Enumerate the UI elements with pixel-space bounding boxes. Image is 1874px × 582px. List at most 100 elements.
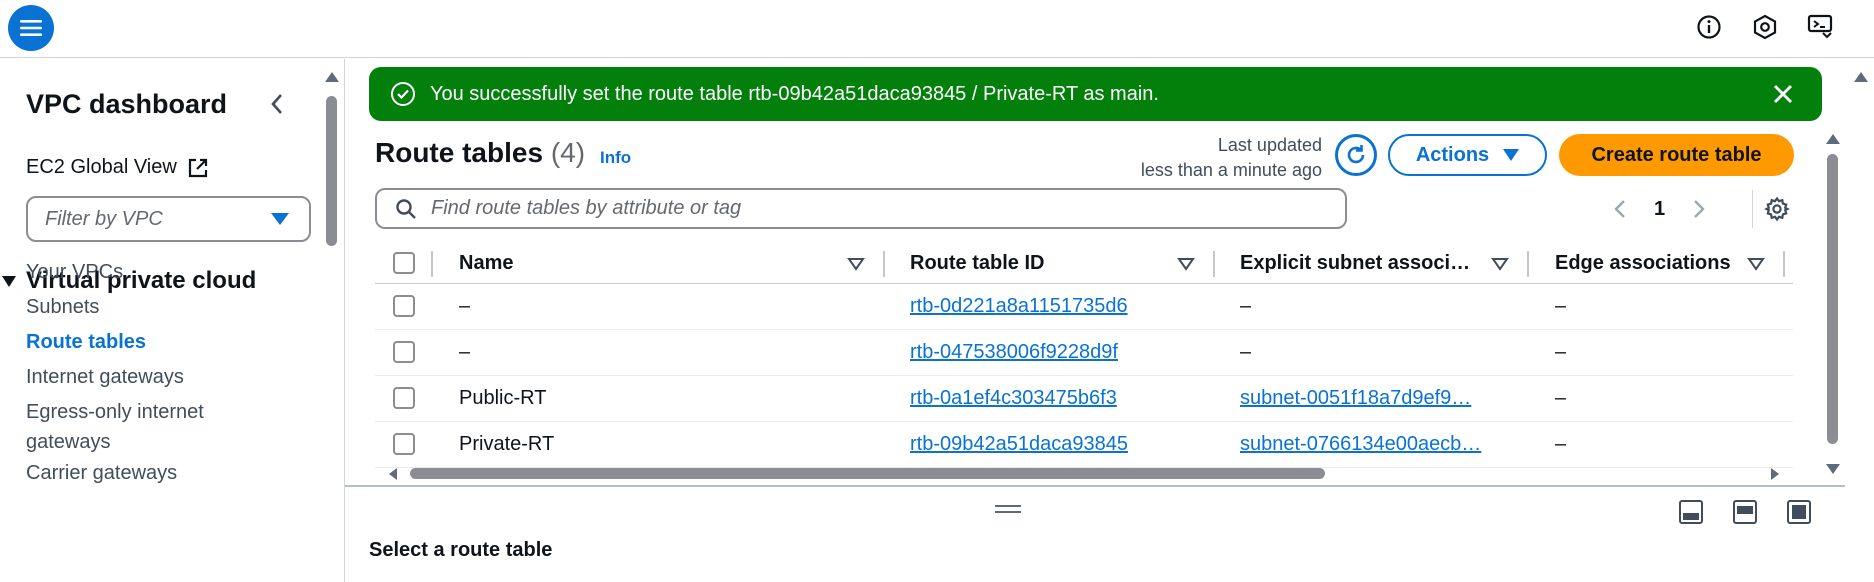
table-horizontal-scrollbar[interactable] [388,466,1780,482]
row-name: – [459,295,471,317]
chevron-right-icon [1694,200,1705,218]
gear-icon [1764,196,1790,222]
row-checkbox[interactable] [393,295,415,317]
security-button[interactable] [1750,12,1780,42]
sidebar-scrollbar[interactable] [322,70,342,582]
sort-caret-icon[interactable] [847,256,865,272]
table-vertical-scrollbar[interactable] [1823,134,1843,474]
table-preferences-button[interactable] [1752,190,1790,228]
row-checkbox[interactable] [393,433,415,455]
collapse-sidebar-button[interactable] [264,89,290,119]
actions-dropdown-button[interactable]: Actions [1388,134,1547,176]
route-table-id-link[interactable]: rtb-0d221a8a1151735d6 [910,284,1128,329]
terminal-feedback-icon [1807,14,1833,39]
column-header-explicit-subnet[interactable]: Explicit subnet associ… [1240,244,1505,283]
sidebar-item-subnets[interactable]: Subnets [26,292,99,322]
sidebar-item-egress-only-internet-gateways[interactable]: Egress-only internet gateways [26,397,256,457]
dismiss-flash-button[interactable] [1770,81,1796,107]
sidebar-item-your-vpcs[interactable]: Your VPCs [26,257,123,287]
split-panel-resize-handle[interactable] [995,505,1021,515]
route-table-id-link[interactable]: rtb-047538006f9228d9f [910,330,1118,375]
search-icon [396,198,416,219]
column-header-name[interactable]: Name [459,244,759,283]
page-vertical-scrollbar[interactable] [1851,70,1871,582]
select-all-checkbox[interactable] [393,252,415,274]
vpc-filter-placeholder: Filter by VPC [45,207,163,230]
scroll-down-arrow-icon[interactable] [1826,464,1840,474]
split-panel-side-icon[interactable] [1733,500,1757,524]
row-edge: – [1555,433,1567,455]
scroll-up-arrow-icon[interactable] [325,72,339,82]
chevron-left-icon [271,94,282,114]
actions-label: Actions [1415,143,1490,166]
route-tables-table: Name Route table ID Explicit subnet asso… [375,244,1793,468]
refresh-icon [1347,145,1365,164]
create-route-table-button[interactable]: Create route table [1559,134,1794,176]
caret-down-icon [2,275,16,287]
chevron-left-icon [1614,200,1625,218]
menu-icon [20,20,42,36]
scroll-up-arrow-icon[interactable] [1826,134,1840,144]
column-divider [1527,251,1529,277]
subnet-association-link[interactable]: subnet-0766134e00aecb… [1240,422,1510,467]
next-page-button[interactable] [1689,194,1709,224]
search-input[interactable] [431,197,1311,220]
caret-down-icon [271,213,289,225]
success-check-icon [391,82,415,106]
column-divider [883,251,885,277]
table-row[interactable]: – rtb-047538006f9228d9f – – [375,330,1793,376]
refresh-button[interactable] [1335,134,1377,176]
scroll-left-arrow-icon[interactable] [388,468,398,480]
split-panel-divider [345,485,1845,487]
subnet-association-link[interactable]: subnet-0051f18a7d9ef9… [1240,376,1510,421]
external-link-icon [188,158,207,177]
column-header-route-table-id[interactable]: Route table ID [910,244,1170,283]
scroll-right-arrow-icon[interactable] [1770,468,1780,480]
vpc-filter-select[interactable]: Filter by VPC [26,196,311,242]
sidebar-scroll-thumb[interactable] [326,96,337,246]
table-row[interactable]: Public-RT rtb-0a1ef4c303475b6f3 subnet-0… [375,376,1793,422]
last-updated-label: Last updated [1217,135,1322,155]
row-checkbox[interactable] [393,387,415,409]
hamburger-menu-button[interactable] [8,5,54,51]
page-title: Route tables (4) [375,137,585,169]
flash-message: You successfully set the route table rtb… [430,82,1159,105]
sort-caret-icon[interactable] [1747,256,1765,272]
row-name: Private-RT [459,433,555,455]
route-table-count: (4) [550,137,586,168]
table-header-row: Name Route table ID Explicit subnet asso… [375,244,1793,284]
info-circle-button[interactable] [1694,12,1724,42]
previous-page-button[interactable] [1610,194,1630,224]
details-panel-title: Select a route table [369,539,553,561]
split-panel-bottom-icon[interactable] [1679,500,1703,524]
table-vscroll-thumb[interactable] [1827,154,1838,444]
sidebar-item-carrier-gateways[interactable]: Carrier gateways [26,458,177,488]
cloudshell-button[interactable] [1806,12,1836,42]
info-link[interactable]: Info [600,148,631,168]
caret-down-icon [1503,149,1520,161]
column-divider [1783,251,1785,277]
info-icon [1697,15,1721,39]
ec2-global-view-label: EC2 Global View [26,156,177,178]
row-subnet: – [1240,295,1252,317]
column-header-edge-associations[interactable]: Edge associations [1555,244,1755,283]
table-scroll-thumb[interactable] [410,468,1325,479]
sidebar-item-internet-gateways[interactable]: Internet gateways [26,362,184,392]
row-checkbox[interactable] [393,341,415,363]
sidebar-item-route-tables[interactable]: Route tables [26,327,146,357]
sort-caret-icon[interactable] [1177,256,1195,272]
row-edge: – [1555,295,1567,317]
route-table-id-link[interactable]: rtb-0a1ef4c303475b6f3 [910,376,1117,421]
ec2-global-view-link[interactable]: EC2 Global View [26,156,209,179]
page-number[interactable]: 1 [1654,198,1665,221]
sidebar-title[interactable]: VPC dashboard [26,89,227,120]
last-updated-value: less than a minute ago [1140,160,1322,180]
route-table-id-link[interactable]: rtb-09b42a51daca93845 [910,422,1128,467]
sort-caret-icon[interactable] [1491,256,1509,272]
table-row[interactable]: Private-RT rtb-09b42a51daca93845 subnet-… [375,422,1793,468]
split-panel-full-icon[interactable] [1787,500,1811,524]
table-row[interactable]: – rtb-0d221a8a1151735d6 – – [375,284,1793,330]
top-navigation-bar [0,0,1874,58]
scroll-up-arrow-icon[interactable] [1854,72,1868,82]
close-icon [1774,85,1792,103]
